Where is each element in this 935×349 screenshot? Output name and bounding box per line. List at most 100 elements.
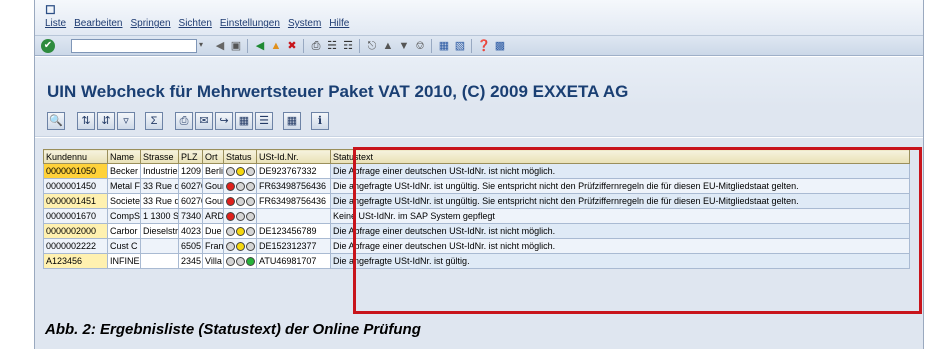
traffic-light-icon [226,227,255,237]
lamp-red-icon [226,167,235,177]
table-row[interactable]: 0000001451Societe33 Rue d60270Gour FR6349… [43,193,910,209]
cell-kundennummer[interactable]: 0000001451 [43,193,108,209]
find-next-icon[interactable]: ☶ [341,39,355,53]
table-row[interactable]: 0000002222Cust C 6505Franc DE152312377Die … [43,238,910,254]
help-icon[interactable]: ❓ [477,39,491,53]
menu-item-bearbeiten[interactable]: Bearbeiten [74,18,122,29]
change-layout-icon[interactable]: ▦ [283,112,301,130]
print-preview-icon[interactable]: ⎙ [175,112,193,130]
table-row[interactable]: 0000001450Metal F33 Rue d60270Gour FR6349… [43,178,910,194]
cell-kundennummer[interactable]: 0000001050 [43,163,108,179]
lamp-green-icon [246,227,255,237]
save-icon[interactable]: ▣ [229,39,243,53]
shortcut-icon[interactable]: ▧ [453,39,467,53]
cell-kundennummer[interactable]: 0000001670 [43,208,108,224]
cell-status [223,163,257,179]
exit-icon[interactable]: ▲ [269,39,283,53]
create-session-icon[interactable]: ▦ [437,39,451,53]
cell-name: CompS [107,208,141,224]
sum-icon[interactable]: Σ [145,112,163,130]
title-bar: UIN Webcheck für Mehrwertsteuer Paket VA… [35,57,923,107]
cell-ust-id [256,208,331,224]
traffic-light-icon [226,242,255,252]
spreadsheet-icon[interactable]: ▦ [235,112,253,130]
column-header-statustext[interactable]: Statustext [330,149,910,164]
cell-statustext: Die angefragte USt-IdNr. ist ungültig. S… [330,193,910,209]
column-header-name[interactable]: Name [107,149,141,164]
information-icon[interactable]: ℹ [311,112,329,130]
cell-ort: ARD [202,208,224,224]
cell-strasse: Dieselstr [140,223,179,239]
cell-ust-id: ATU46981707 [256,253,331,269]
export-icon[interactable]: ↪ [215,112,233,130]
table-row[interactable]: 0000002000 Carbor Dieselstr 4023 Due DE123456… [43,223,910,239]
lamp-yellow-icon [236,227,245,237]
print-icon[interactable]: ⎙ [309,39,323,53]
lamp-red-icon [226,182,235,192]
layout-menu-icon[interactable]: ▩ [493,39,507,53]
table-row[interactable]: 0000001050 Becker Industrie 1209 Berli DE9237… [43,163,910,179]
cancel-icon[interactable]: ✖ [285,39,299,53]
cell-plz: 7340 [178,208,203,224]
cell-kundennummer[interactable]: A123456 [43,253,108,269]
mail-icon[interactable]: ✉ [195,112,213,130]
cell-name: Becker [107,163,141,179]
enter-icon[interactable]: ✔ [41,39,55,53]
menu-item-springen[interactable]: Springen [131,18,171,29]
cell-ust-id: DE923767332 [256,163,331,179]
cell-strasse: 1 1300 S [140,208,179,224]
first-page-icon[interactable]: ⎋ [365,39,379,53]
toolbar-separator [303,39,304,53]
menu-item-einstellungen[interactable]: Einstellungen [220,18,280,29]
lamp-red-icon [226,257,235,267]
last-page-icon[interactable]: ⎊ [413,39,427,53]
cell-kundennummer[interactable]: 0000002222 [43,238,108,254]
details-icon[interactable]: 🔍 [47,112,65,130]
application-toolbar: 🔍 ⇅ ⇵ ▿ Σ ⎙ ✉ ↪ ▦ ☰ ▦ ℹ [35,107,923,137]
back-arrow-icon[interactable]: ◀ [213,39,227,53]
cell-ort: Gour [202,193,224,209]
menu-item-liste[interactable]: Liste [45,18,66,29]
traffic-light-icon [226,197,255,207]
cell-kundennummer[interactable]: 0000001450 [43,178,108,194]
cell-ort: Gour [202,178,224,194]
lamp-green-icon [246,242,255,252]
filter-icon[interactable]: ▿ [117,112,135,130]
column-header-strasse[interactable]: Strasse [140,149,179,164]
find-icon[interactable]: ☵ [325,39,339,53]
table-row[interactable]: 0000001670 CompS 1 1300 S 7340 ARD Keine USt-… [43,208,910,224]
column-header-kundennummer[interactable]: Kundennu [43,149,108,164]
lamp-red-icon [226,212,235,222]
command-field[interactable] [71,39,197,53]
menu-item-sichten[interactable]: Sichten [179,18,212,29]
column-header-ort[interactable]: Ort [202,149,224,164]
previous-page-icon[interactable]: ▲ [381,39,395,53]
sap-window: ◻ Liste Bearbeiten Springen Sichten Eins… [34,0,924,349]
back-icon[interactable]: ◀ [253,39,267,53]
sort-descending-icon[interactable]: ⇵ [97,112,115,130]
next-page-icon[interactable]: ▼ [397,39,411,53]
cell-plz: 2345 [178,253,203,269]
lamp-red-icon [226,242,235,252]
cell-plz: 60270 [178,178,203,194]
lamp-red-icon [226,197,235,207]
menu-item-system[interactable]: System [288,18,321,29]
menu-item-hilfe[interactable]: Hilfe [329,18,349,29]
column-header-plz[interactable]: PLZ [178,149,203,164]
table-row[interactable]: A123456 INFINE 2345 Villa ATU46981707 Die ang… [43,253,910,269]
cell-kundennummer[interactable]: 0000002000 [43,223,108,239]
page-title: UIN Webcheck für Mehrwertsteuer Paket VA… [47,82,629,101]
cell-ort: Due [202,223,224,239]
word-processing-icon[interactable]: ☰ [255,112,273,130]
column-header-ust-id[interactable]: USt-Id.Nr. [256,149,331,164]
column-header-status[interactable]: Status [223,149,257,164]
sort-ascending-icon[interactable]: ⇅ [77,112,95,130]
traffic-light-icon [226,212,255,222]
lamp-yellow-icon [236,212,245,222]
cell-ort: Franc [202,238,224,254]
system-menu-icon[interactable]: ◻ [45,2,56,15]
cell-strasse: 33 Rue d [140,178,179,194]
toolbar-separator [247,39,248,53]
cell-ust-id: DE152312377 [256,238,331,254]
command-history-icon[interactable]: ▾ [199,40,207,52]
